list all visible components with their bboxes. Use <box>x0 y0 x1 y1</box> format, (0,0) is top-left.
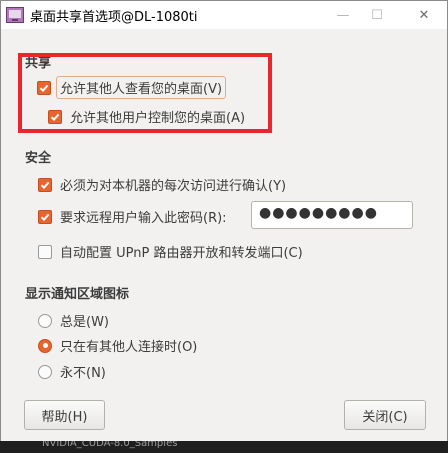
notify-option-connected[interactable]: 只在有其他人连接时(O) <box>38 336 197 355</box>
notify-section-title: 显示通知区域图标 <box>25 287 130 302</box>
maximize-icon: ☐ <box>371 7 383 23</box>
minimize-icon: — <box>336 7 350 23</box>
close-window-button[interactable]: ✕ <box>409 1 439 29</box>
upnp-option[interactable]: 自动配置 UPnP 路由器开放和转发端口(C) <box>38 242 303 261</box>
notify-connected-label: 只在有其他人连接时(O) <box>60 340 198 355</box>
confirm-access-label: 必须为对本机器的每次访问进行确认(Y) <box>60 179 287 194</box>
confirm-access-option[interactable]: 必须为对本机器的每次访问进行确认(Y) <box>38 175 286 194</box>
desktop-sharing-app-icon <box>6 7 24 23</box>
minimize-button[interactable]: — <box>328 1 358 29</box>
require-password-checkbox[interactable] <box>38 209 52 224</box>
notify-always-label: 总是(W) <box>60 315 109 330</box>
window-title: 桌面共享首选项@DL-1080ti <box>30 10 198 25</box>
checkmark-icon <box>40 181 50 189</box>
security-section-title: 安全 <box>25 151 52 166</box>
title-bar[interactable]: 桌面共享首选项@DL-1080ti — ☐ ✕ <box>1 1 447 29</box>
checkmark-icon <box>40 213 50 221</box>
confirm-access-checkbox[interactable] <box>38 177 52 192</box>
password-input[interactable]: ●●●●●●●●● <box>251 201 413 229</box>
close-button[interactable]: 关闭(C) <box>344 400 426 430</box>
notify-never-label: 永不(N) <box>60 366 106 381</box>
maximize-button[interactable]: ☐ <box>362 1 392 29</box>
background-window-text: NVIDIA_CUDA-8.0_Samples <box>42 441 178 449</box>
upnp-label: 自动配置 UPnP 路由器开放和转发端口(C) <box>60 246 303 261</box>
background-window-strip: NVIDIA_CUDA-8.0_Samples <box>0 441 448 453</box>
notify-never-radio[interactable] <box>38 364 52 379</box>
dialog-content: 共享 允许其他人查看您的桌面(V) 允许其他用户控制您的桌面(A) 安全 必须为… <box>1 29 447 452</box>
notify-always-radio[interactable] <box>38 313 52 328</box>
preferences-window: 桌面共享首选项@DL-1080ti — ☐ ✕ 共享 允许其他人查看您的桌面(V… <box>0 0 448 453</box>
notify-option-always[interactable]: 总是(W) <box>38 311 109 330</box>
require-password-label: 要求远程用户输入此密码(R): <box>60 211 227 226</box>
notify-connected-radio[interactable] <box>38 338 52 353</box>
help-button[interactable]: 帮助(H) <box>24 400 105 430</box>
upnp-checkbox[interactable] <box>38 244 52 259</box>
notify-option-never[interactable]: 永不(N) <box>38 362 106 381</box>
red-highlight-box <box>18 53 272 133</box>
require-password-option[interactable]: 要求远程用户输入此密码(R): <box>38 207 227 226</box>
close-icon: ✕ <box>418 7 430 23</box>
